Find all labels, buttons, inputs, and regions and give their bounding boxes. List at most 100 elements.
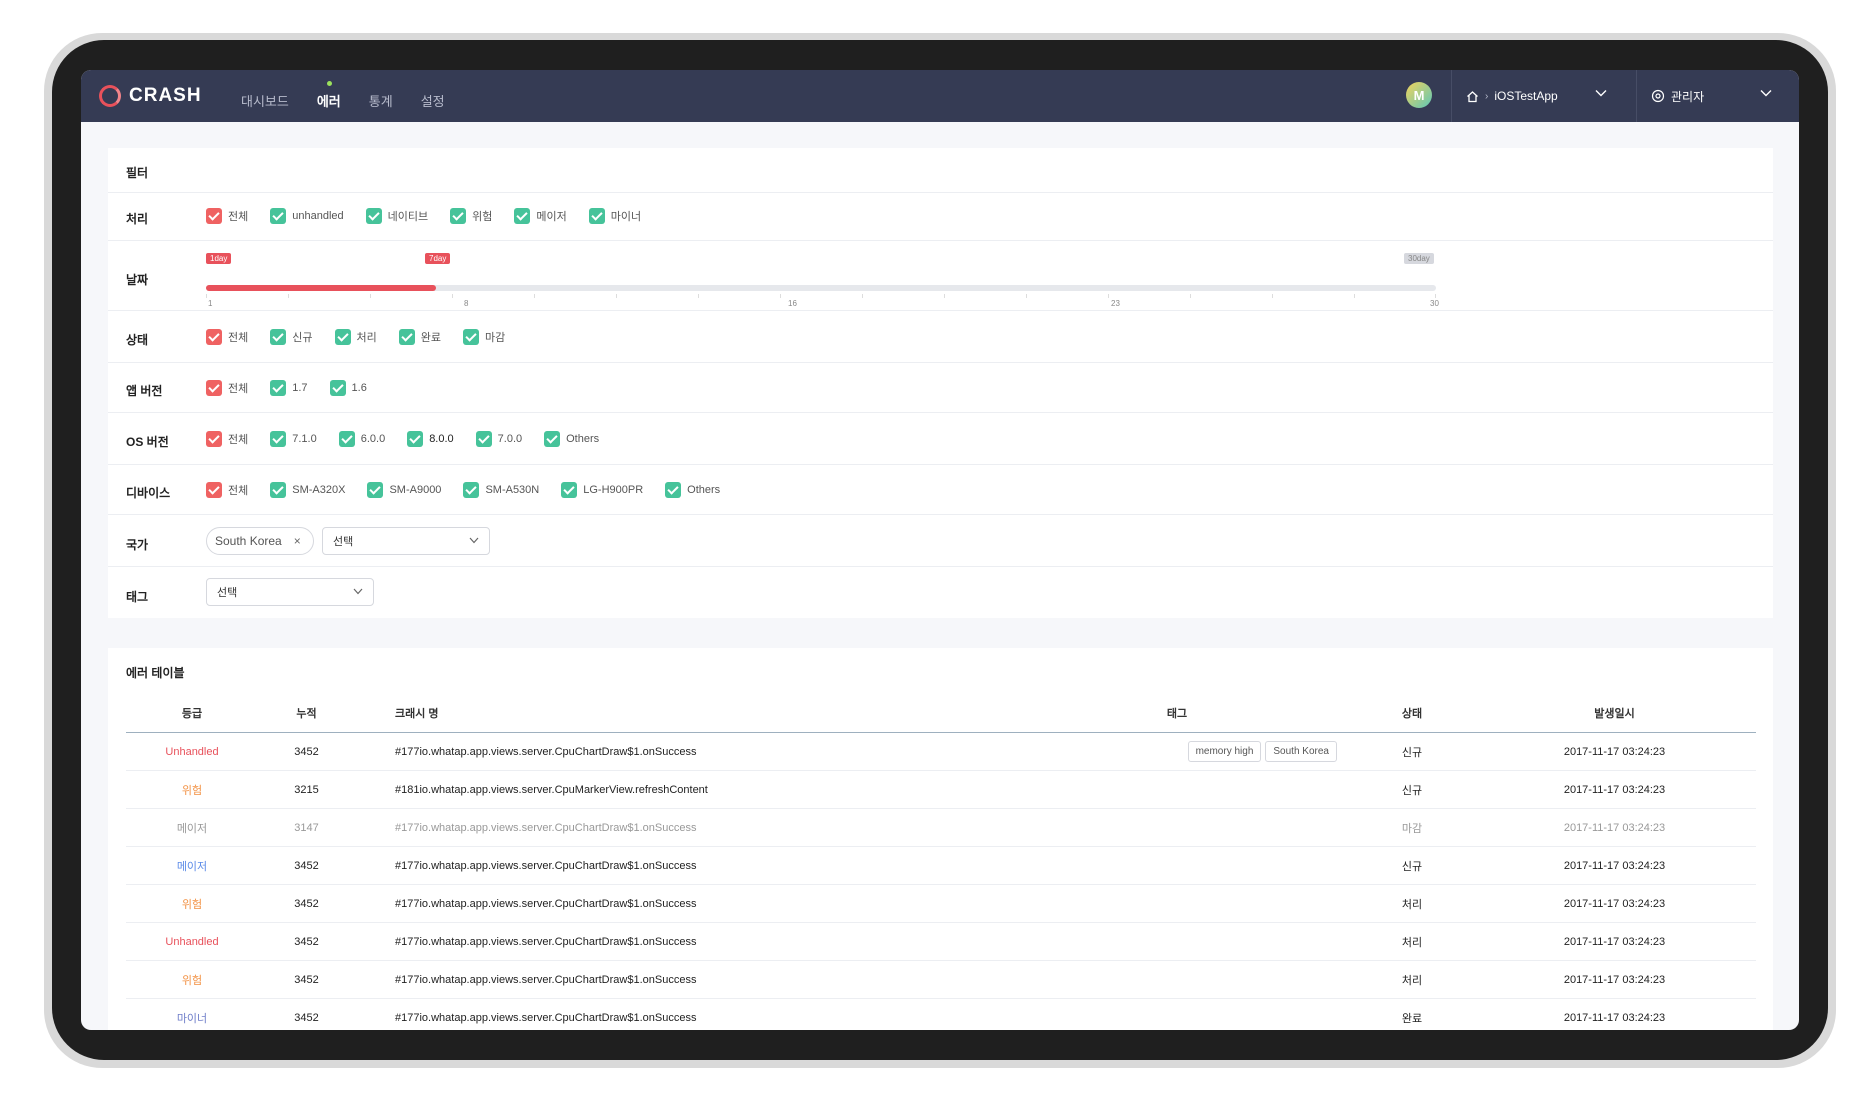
filter-label: 디바이스 bbox=[126, 486, 171, 500]
logo-text: CRASH bbox=[129, 85, 202, 106]
table-row[interactable]: 마이너 3452 #177io.whatap.app.views.server.… bbox=[126, 998, 1756, 1030]
checkbox-icon bbox=[206, 329, 222, 345]
checkbox-icon bbox=[270, 380, 287, 396]
checkbox-device-sm-a530n[interactable]: SM-A530N bbox=[463, 482, 539, 498]
checkbox-os-7-1-0[interactable]: 7.1.0 bbox=[270, 431, 317, 447]
checkbox-icon bbox=[398, 329, 415, 345]
column-header-grade[interactable]: 등급 bbox=[126, 694, 258, 733]
admin-label: 관리자 bbox=[1671, 89, 1705, 104]
table-header-row: 등급 누적 크래시 명 태그 상태 발생일시 bbox=[126, 694, 1756, 733]
checkbox-icon bbox=[463, 329, 479, 345]
column-header-status[interactable]: 상태 bbox=[1351, 694, 1473, 733]
table-row[interactable]: 위험 3452 #177io.whatap.app.views.server.C… bbox=[126, 884, 1756, 923]
tag-badge[interactable]: South Korea bbox=[1265, 741, 1337, 762]
date-cell: 2017-11-17 03:24:23 bbox=[1473, 770, 1756, 809]
checkbox-icon bbox=[561, 482, 578, 498]
tag-select[interactable]: 선택 bbox=[206, 578, 374, 606]
date-range-slider[interactable] bbox=[206, 285, 1436, 291]
close-icon[interactable]: × bbox=[294, 534, 301, 548]
checkbox-icon bbox=[463, 482, 480, 498]
checkbox-icon bbox=[338, 431, 355, 447]
checkbox-group: 전체 신규 처리 완료 마감 bbox=[206, 329, 527, 345]
checkbox-appver-1-6[interactable]: 1.6 bbox=[329, 380, 367, 396]
checkbox-process-minor[interactable]: 마이너 bbox=[588, 208, 641, 224]
table-row[interactable]: 위험 3215 #181io.whatap.app.views.server.C… bbox=[126, 770, 1756, 809]
checkbox-process-unhandled[interactable]: unhandled bbox=[270, 208, 344, 224]
crash-name-cell[interactable]: #181io.whatap.app.views.server.CpuMarker… bbox=[355, 770, 1016, 809]
status-cell: 처리 bbox=[1351, 960, 1473, 999]
crash-name-cell[interactable]: #177io.whatap.app.views.server.CpuChartD… bbox=[355, 884, 1016, 923]
checkbox-device-lg-h900pr[interactable]: LG-H900PR bbox=[561, 482, 643, 498]
checkbox-os-7-0-0[interactable]: 7.0.0 bbox=[475, 431, 522, 447]
app-selector[interactable]: › iOSTestApp bbox=[1451, 70, 1621, 122]
checkbox-device-others[interactable]: Others bbox=[665, 482, 720, 498]
tag-cell bbox=[1016, 922, 1351, 961]
checkbox-appver-1-7[interactable]: 1.7 bbox=[270, 380, 308, 396]
checkbox-device-all[interactable]: 전체 bbox=[206, 482, 248, 498]
checkbox-icon bbox=[270, 431, 287, 447]
table-row[interactable]: 메이저 3452 #177io.whatap.app.views.server.… bbox=[126, 846, 1756, 885]
checkbox-group: 전체 7.1.0 6.0.0 8.0.0 7.0.0 Others bbox=[206, 431, 621, 447]
checkbox-icon bbox=[270, 208, 287, 224]
logo[interactable]: CRASH bbox=[99, 82, 202, 110]
error-table-title: 에러 테이블 bbox=[126, 666, 185, 680]
checkbox-process-native[interactable]: 네이티브 bbox=[365, 208, 428, 224]
grade-cell: Unhandled bbox=[126, 922, 258, 961]
menu-item-dashboard[interactable]: 대시보드 bbox=[241, 83, 289, 110]
checkbox-group: 전체 SM-A320X SM-A9000 SM-A530N LG-H900PR … bbox=[206, 482, 742, 498]
chevron-down-icon bbox=[1595, 90, 1607, 97]
table-row[interactable]: Unhandled 3452 #177io.whatap.app.views.s… bbox=[126, 922, 1756, 961]
menu-item-stats[interactable]: 통계 bbox=[369, 83, 393, 110]
column-header-date[interactable]: 발생일시 bbox=[1473, 694, 1756, 733]
checkbox-icon bbox=[450, 208, 467, 224]
count-cell: 3215 bbox=[258, 770, 355, 809]
crash-name-cell[interactable]: #177io.whatap.app.views.server.CpuChartD… bbox=[355, 808, 1016, 847]
checkbox-status-all[interactable]: 전체 bbox=[206, 329, 248, 345]
grade-cell: 메이저 bbox=[126, 808, 258, 847]
checkbox-device-sm-a9000[interactable]: SM-A9000 bbox=[367, 482, 441, 498]
slider-tick-label: 8 bbox=[464, 299, 469, 308]
checkbox-device-sm-a320x[interactable]: SM-A320X bbox=[270, 482, 345, 498]
column-header-tag[interactable]: 태그 bbox=[1016, 694, 1351, 733]
crash-name-cell[interactable]: #177io.whatap.app.views.server.CpuChartD… bbox=[355, 998, 1016, 1030]
crash-name-cell[interactable]: #177io.whatap.app.views.server.CpuChartD… bbox=[355, 732, 1016, 771]
table-row[interactable]: 메이저 3147 #177io.whatap.app.views.server.… bbox=[126, 808, 1756, 847]
tag-badge[interactable]: memory high bbox=[1187, 741, 1262, 762]
grade-cell: 위험 bbox=[126, 884, 258, 923]
tag-cell bbox=[1016, 960, 1351, 999]
chevron-down-icon bbox=[469, 537, 479, 544]
column-header-count[interactable]: 누적 bbox=[258, 694, 355, 733]
date-cell: 2017-11-17 03:24:23 bbox=[1473, 732, 1756, 771]
admin-selector[interactable]: 관리자 bbox=[1636, 70, 1786, 122]
checkbox-process-major[interactable]: 메이저 bbox=[514, 208, 567, 224]
checkbox-os-others[interactable]: Others bbox=[544, 431, 599, 447]
date-cell: 2017-11-17 03:24:23 bbox=[1473, 846, 1756, 885]
checkbox-status-done[interactable]: 완료 bbox=[398, 329, 441, 345]
table-row[interactable]: Unhandled 3452 #177io.whatap.app.views.s… bbox=[126, 732, 1756, 771]
table-row[interactable]: 위험 3452 #177io.whatap.app.views.server.C… bbox=[126, 960, 1756, 999]
crash-logo-icon bbox=[99, 85, 121, 107]
avatar[interactable]: M bbox=[1406, 82, 1432, 108]
home-icon bbox=[1467, 90, 1478, 102]
checkbox-os-8-0-0[interactable]: 8.0.0 bbox=[407, 431, 454, 447]
country-select[interactable]: 선택 bbox=[322, 527, 490, 555]
column-header-name[interactable]: 크래시 명 bbox=[355, 694, 1016, 733]
crash-name-cell[interactable]: #177io.whatap.app.views.server.CpuChartD… bbox=[355, 846, 1016, 885]
checkbox-icon bbox=[407, 431, 424, 447]
checkbox-status-processing[interactable]: 처리 bbox=[334, 329, 377, 345]
checkbox-status-closed[interactable]: 마감 bbox=[463, 329, 505, 345]
checkbox-icon bbox=[475, 431, 492, 447]
menu-item-errors[interactable]: 에러 bbox=[317, 80, 341, 110]
chevron-down-icon bbox=[353, 588, 363, 595]
checkbox-process-danger[interactable]: 위험 bbox=[450, 208, 492, 224]
checkbox-process-all[interactable]: 전체 bbox=[206, 208, 248, 224]
checkbox-status-new[interactable]: 신규 bbox=[270, 329, 313, 345]
count-cell: 3452 bbox=[258, 846, 355, 885]
crash-name-cell[interactable]: #177io.whatap.app.views.server.CpuChartD… bbox=[355, 960, 1016, 999]
checkbox-os-all[interactable]: 전체 bbox=[206, 431, 248, 447]
menu-item-settings[interactable]: 설정 bbox=[421, 83, 445, 110]
checkbox-appver-all[interactable]: 전체 bbox=[206, 380, 248, 396]
checkbox-os-6-0-0[interactable]: 6.0.0 bbox=[338, 431, 385, 447]
crash-name-cell[interactable]: #177io.whatap.app.views.server.CpuChartD… bbox=[355, 922, 1016, 961]
checkbox-icon bbox=[665, 482, 682, 498]
